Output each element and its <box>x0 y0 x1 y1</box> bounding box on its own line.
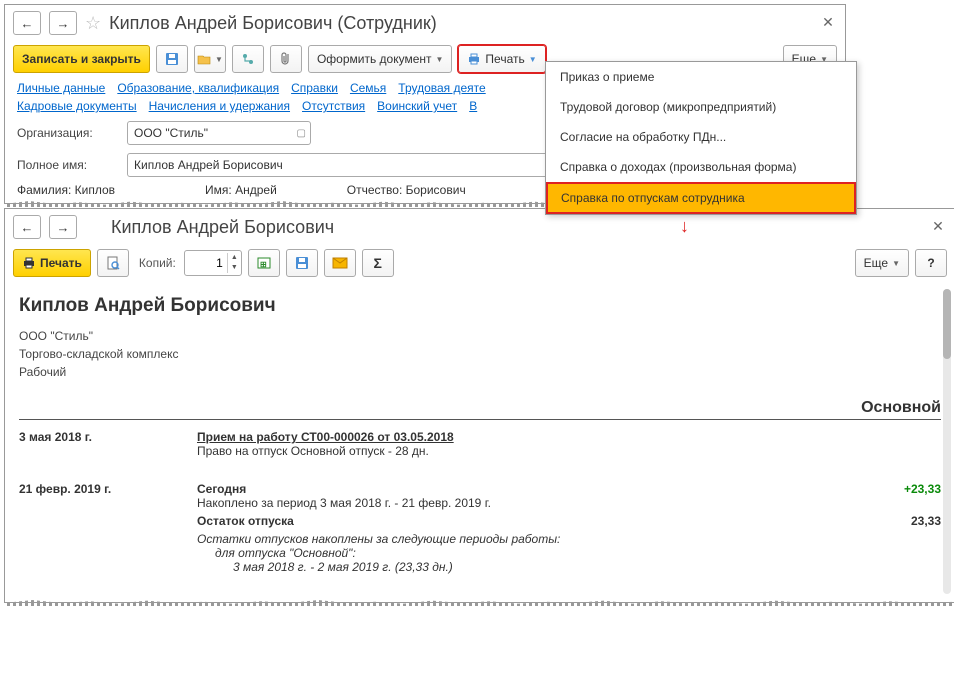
attach-button[interactable] <box>270 45 302 73</box>
italic-line-3: 3 мая 2018 г. - 2 мая 2019 г. (23,33 дн.… <box>197 560 941 574</box>
folder-dropdown-button[interactable]: ▼ <box>194 45 226 73</box>
report-title: Киплов Андрей Борисович <box>19 295 941 317</box>
email-button[interactable] <box>324 249 356 277</box>
surname-value: Киплов <box>75 183 115 197</box>
report-row-balance: Остаток отпуска 23,33 <box>19 514 941 528</box>
patronymic-value: Борисович <box>406 183 466 197</box>
forward-button-2[interactable]: → <box>49 215 77 239</box>
row-sub: Право на отпуск Основной отпуск - 28 дн. <box>197 444 941 458</box>
close-button[interactable]: ✕ <box>819 14 837 32</box>
row-value: 23,33 <box>871 514 941 528</box>
annotation-arrow-icon: ↓ <box>680 216 689 237</box>
row-head: Остаток отпуска <box>197 514 863 528</box>
row-head-link[interactable]: Прием на работу СТ00-000026 от 03.05.201… <box>197 430 941 444</box>
preview-button[interactable] <box>97 249 129 277</box>
tab-absences[interactable]: Отсутствия <box>302 99 365 113</box>
tab-accruals[interactable]: Начисления и удержания <box>149 99 290 113</box>
menu-item-income-ref[interactable]: Справка о доходах (произвольная форма) <box>546 152 856 182</box>
print-dropdown-menu: Приказ о приеме Трудовой договор (микроп… <box>545 61 857 215</box>
favorite-star-icon[interactable]: ☆ <box>85 13 101 34</box>
scrollbar[interactable] <box>943 289 951 594</box>
window-title-2: Киплов Андрей Борисович <box>111 217 334 238</box>
row-date: 3 мая 2018 г. <box>19 430 189 458</box>
menu-item-labor-contract[interactable]: Трудовой договор (микропредприятий) <box>546 92 856 122</box>
report-org-block: ООО "Стиль" Торгово-складской комплекс Р… <box>19 327 941 381</box>
copies-label: Копий: <box>135 256 178 270</box>
tab-personal[interactable]: Личные данные <box>17 81 105 95</box>
report-row-today: 21 февр. 2019 г. Сегодня Накоплено за пе… <box>19 482 941 510</box>
copies-input[interactable] <box>185 255 227 271</box>
report-body: Киплов Андрей Борисович ООО "Стиль" Торг… <box>5 281 954 602</box>
org-line-2: Торгово-складской комплекс <box>19 345 941 363</box>
firstname-value: Андрей <box>235 183 277 197</box>
tab-education[interactable]: Образование, квалификация <box>117 81 279 95</box>
printer-icon <box>467 53 481 65</box>
row-head: Сегодня <box>197 482 863 496</box>
tab-hr-docs[interactable]: Кадровые документы <box>17 99 137 113</box>
save-button[interactable] <box>156 45 188 73</box>
tab-references[interactable]: Справки <box>291 81 338 95</box>
org-line-3: Рабочий <box>19 363 941 381</box>
back-button[interactable]: ← <box>13 11 41 35</box>
menu-item-hire-order[interactable]: Приказ о приеме <box>546 62 856 92</box>
more-button-2[interactable]: Еще ▼ <box>855 249 909 277</box>
copies-spinner[interactable]: ▲▼ <box>184 250 242 276</box>
patronymic-label: Отчество: <box>347 183 403 197</box>
save-report-button[interactable] <box>286 249 318 277</box>
row-sub: Накоплено за период 3 мая 2018 г. - 21 ф… <box>197 496 863 510</box>
sum-button[interactable]: Σ <box>362 249 394 277</box>
menu-item-vacation-ref[interactable]: Справка по отпускам сотрудника <box>546 182 856 214</box>
back-button-2[interactable]: ← <box>13 215 41 239</box>
save-close-button[interactable]: Записать и закрыть <box>13 45 150 73</box>
report-italic-block: Остатки отпусков накоплены за следующие … <box>19 532 941 574</box>
svg-text:⊞: ⊞ <box>260 260 267 269</box>
print-button[interactable]: Печать <box>13 249 91 277</box>
report-toolbar: Печать Копий: ▲▼ ⊞ Σ Еще ▼ ? <box>5 245 954 281</box>
copies-down[interactable]: ▼ <box>228 263 241 273</box>
report-window: ← → Киплов Андрей Борисович ✕ Печать Коп… <box>4 208 954 603</box>
org-label: Организация: <box>17 126 117 140</box>
window-title: Киплов Андрей Борисович (Сотрудник) <box>109 13 437 34</box>
italic-line-1: Остатки отпусков накоплены за следующие … <box>197 532 941 546</box>
employee-card-window: ← → ☆ Киплов Андрей Борисович (Сотрудник… <box>4 4 846 204</box>
forward-button[interactable]: → <box>49 11 77 35</box>
report-row-hire: 3 мая 2018 г. Прием на работу СТ00-00002… <box>19 430 941 458</box>
scrollbar-thumb[interactable] <box>943 289 951 359</box>
row-value: +23,33 <box>871 482 941 510</box>
org-line-1: ООО "Стиль" <box>19 327 941 345</box>
tab-cut[interactable]: В <box>469 99 477 113</box>
printer-icon <box>22 257 36 269</box>
menu-item-pdn-consent[interactable]: Согласие на обработку ПДн... <box>546 122 856 152</box>
org-input[interactable]: ООО "Стиль"▢ <box>127 121 311 145</box>
tab-family[interactable]: Семья <box>350 81 386 95</box>
copies-up[interactable]: ▲ <box>228 253 241 263</box>
tab-military[interactable]: Воинский учет <box>377 99 457 113</box>
tab-labor-cut[interactable]: Трудовая деяте <box>398 81 485 95</box>
open-reference-icon[interactable]: ▢ <box>297 128 306 139</box>
print-dropdown-button[interactable]: Печать ▼ <box>458 45 545 73</box>
firstname-label: Имя: <box>205 183 232 197</box>
export-excel-button[interactable]: ⊞ <box>248 249 280 277</box>
create-document-button[interactable]: Оформить документ ▼ <box>308 45 452 73</box>
fullname-label: Полное имя: <box>17 158 117 172</box>
surname-label: Фамилия: <box>17 183 71 197</box>
close-button-2[interactable]: ✕ <box>929 218 947 236</box>
report-section-header: Основной <box>19 399 941 420</box>
help-button[interactable]: ? <box>915 249 947 277</box>
row-date: 21 февр. 2019 г. <box>19 482 189 510</box>
structure-button[interactable] <box>232 45 264 73</box>
italic-line-2: для отпуска "Основной": <box>197 546 941 560</box>
fullname-input[interactable]: Киплов Андрей Борисович <box>127 153 561 177</box>
titlebar: ← → ☆ Киплов Андрей Борисович (Сотрудник… <box>5 5 845 41</box>
